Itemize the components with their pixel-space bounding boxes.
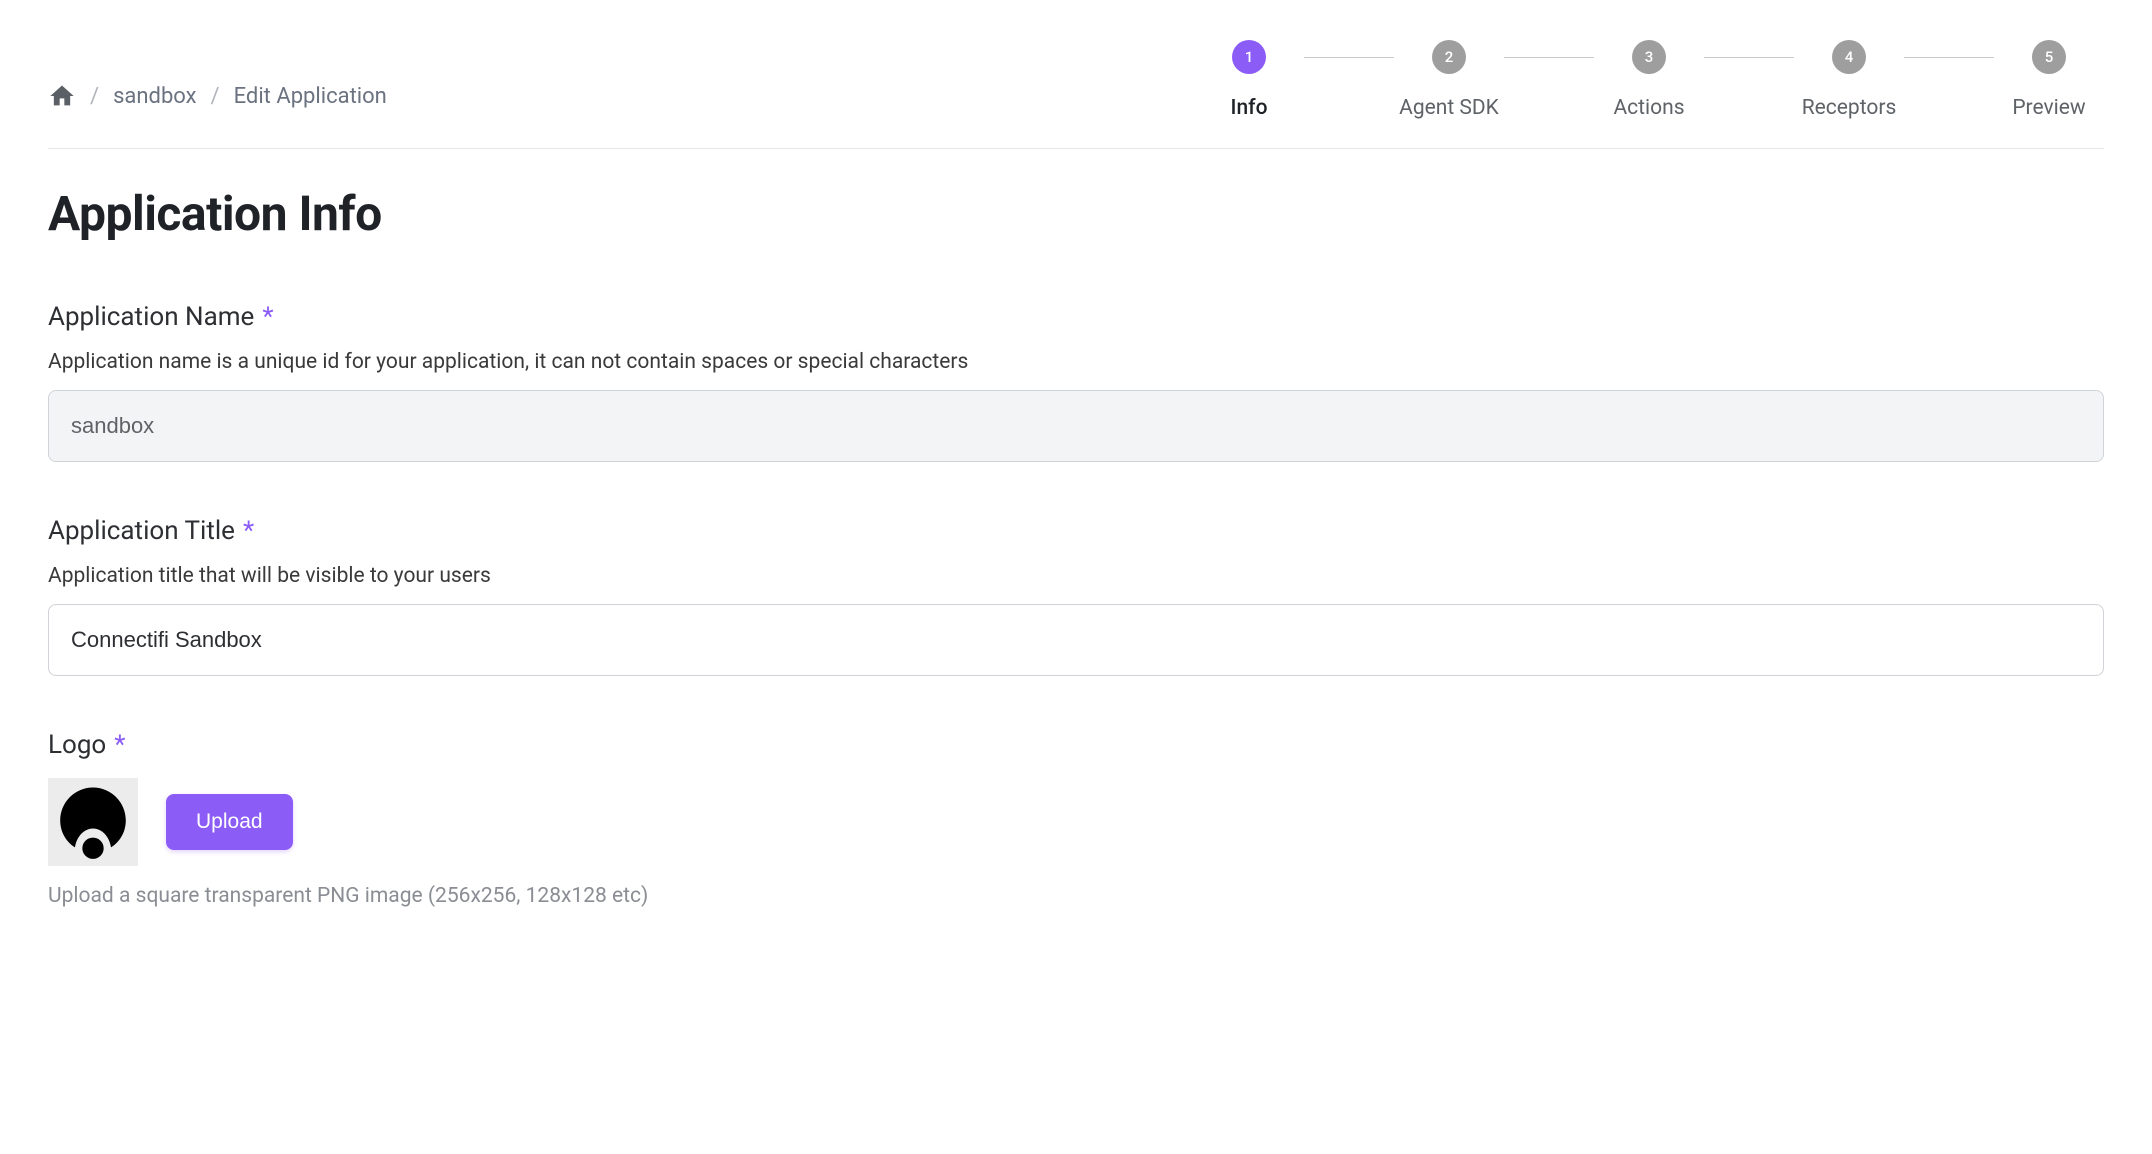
breadcrumb: / sandbox / Edit Application <box>48 40 387 110</box>
application-title-label: Application Title <box>48 516 235 546</box>
field-logo: Logo * Upload Upload a square transparen… <box>48 730 2104 908</box>
field-application-name: Application Name * Application name is a… <box>48 302 2104 462</box>
step-number: 3 <box>1632 40 1666 74</box>
stepper: 1 Info 2 Agent SDK 3 Actions 4 Receptors… <box>1194 40 2104 120</box>
step-number: 4 <box>1832 40 1866 74</box>
application-name-input[interactable] <box>48 390 2104 462</box>
step-connector <box>1904 57 1994 58</box>
step-label: Preview <box>2012 96 2085 120</box>
step-preview[interactable]: 5 Preview <box>1994 40 2104 120</box>
application-title-input[interactable] <box>48 604 2104 676</box>
step-connector <box>1504 57 1594 58</box>
breadcrumb-current: Edit Application <box>234 84 387 109</box>
logo-icon <box>52 781 134 863</box>
step-number: 5 <box>2032 40 2066 74</box>
application-name-label: Application Name <box>48 302 254 332</box>
required-asterisk: * <box>243 516 254 546</box>
field-application-title: Application Title * Application title th… <box>48 516 2104 676</box>
step-number: 1 <box>1232 40 1266 74</box>
step-label: Receptors <box>1802 96 1897 120</box>
step-receptors[interactable]: 4 Receptors <box>1794 40 1904 120</box>
step-number: 2 <box>1432 40 1466 74</box>
required-asterisk: * <box>114 730 125 760</box>
page-title: Application Info <box>48 185 2104 242</box>
step-label: Info <box>1231 96 1268 120</box>
step-label: Actions <box>1613 96 1684 120</box>
breadcrumb-sandbox[interactable]: sandbox <box>113 84 196 109</box>
required-asterisk: * <box>262 302 273 332</box>
upload-button[interactable]: Upload <box>166 794 293 850</box>
logo-help: Upload a square transparent PNG image (2… <box>48 884 2104 908</box>
home-icon[interactable] <box>48 82 76 110</box>
logo-label: Logo <box>48 730 106 760</box>
application-name-help: Application name is a unique id for your… <box>48 350 2104 374</box>
header-divider <box>48 148 2104 149</box>
breadcrumb-separator: / <box>90 84 99 109</box>
breadcrumb-separator: / <box>211 84 220 109</box>
step-actions[interactable]: 3 Actions <box>1594 40 1704 120</box>
step-agent-sdk[interactable]: 2 Agent SDK <box>1394 40 1504 120</box>
application-title-help: Application title that will be visible t… <box>48 564 2104 588</box>
logo-preview <box>48 778 138 866</box>
step-connector <box>1704 57 1794 58</box>
step-connector <box>1304 57 1394 58</box>
step-label: Agent SDK <box>1399 96 1499 120</box>
step-info[interactable]: 1 Info <box>1194 40 1304 120</box>
